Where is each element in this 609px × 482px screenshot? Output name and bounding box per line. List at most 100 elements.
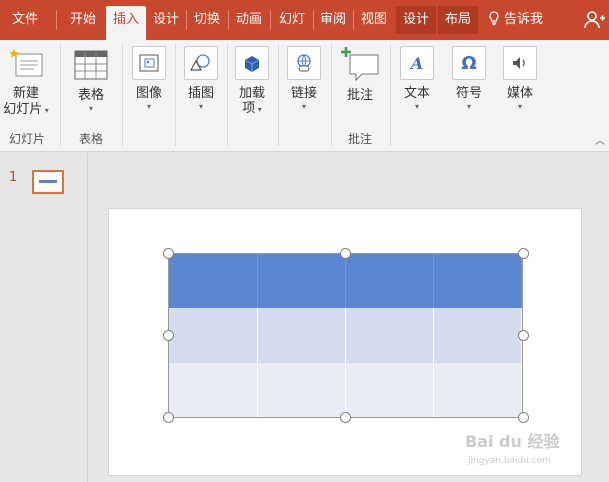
table-cell[interactable] (433, 308, 523, 363)
image-button[interactable]: 图像 ▾ (127, 46, 171, 112)
tab-design[interactable]: 设计 (148, 6, 184, 34)
new-slide-icon (9, 49, 43, 77)
table-cell[interactable] (345, 308, 434, 363)
tab-home[interactable]: 开始 (62, 6, 104, 34)
tab-slideshow[interactable]: 幻灯 (273, 6, 311, 34)
tab-separator (313, 10, 314, 30)
resize-handle-bottom[interactable] (340, 412, 351, 423)
table-cell[interactable] (257, 308, 346, 363)
tab-separator (228, 10, 229, 30)
tab-table-layout[interactable]: 布局 (438, 6, 478, 34)
resize-handle-top[interactable] (340, 248, 351, 259)
tab-table-design[interactable]: 设计 (396, 6, 436, 34)
tell-me-search[interactable]: 告诉我 (488, 6, 543, 34)
links-button[interactable]: 链接 ▾ (282, 46, 326, 112)
table-header-row (169, 254, 523, 308)
table-cell[interactable] (169, 363, 258, 417)
slide-number: 1 (9, 170, 18, 185)
chevron-down-icon: ▾ (146, 102, 151, 111)
chevron-down-icon: ▾ (517, 102, 522, 111)
tab-separator (186, 10, 187, 30)
chevron-down-icon: ▾ (198, 102, 203, 111)
new-slide-label-2: 幻灯片 ▾ (3, 102, 49, 117)
slide-thumbnail[interactable] (32, 170, 64, 194)
addins-label-2: 项 ▾ (242, 101, 262, 116)
links-label: 链接 (290, 86, 317, 101)
tab-transitions[interactable]: 切换 (189, 6, 225, 34)
collapse-ribbon-icon[interactable]: ︿ (595, 132, 605, 147)
text-label: 文本 (403, 86, 430, 101)
symbols-label: 符号 (455, 86, 482, 101)
chevron-down-icon: ▾ (301, 102, 306, 111)
inserted-table (169, 254, 523, 417)
resize-handle-left[interactable] (163, 330, 174, 341)
new-slide-label-1: 新建 (12, 86, 39, 101)
illustrations-button[interactable]: 插图 ▾ (179, 46, 223, 112)
image-icon (132, 46, 166, 80)
group-separator (390, 44, 391, 146)
tab-insert[interactable]: 插入 (106, 6, 146, 40)
addins-button[interactable]: 加载 项 ▾ (230, 46, 274, 117)
chevron-down-icon: ▾ (414, 102, 419, 111)
table-cell[interactable] (433, 254, 523, 308)
text-icon: A (400, 46, 434, 80)
speaker-icon (503, 46, 537, 80)
chevron-down-icon: ▾ (466, 102, 471, 111)
tell-me-label: 告诉我 (504, 12, 544, 27)
group-label-tables: 表格 (78, 132, 103, 146)
tab-separator (353, 10, 354, 30)
resize-handle-bottom-right[interactable] (518, 412, 529, 423)
table-label: 表格 (77, 88, 104, 103)
ribbon-panel: 新建 幻灯片 ▾ 幻灯片 表格 ▾ 表格 图像 ▾ 插图 ▾ 加载 项 ▾ 链接… (0, 40, 609, 152)
watermark-logo: Bai du 经验 (465, 432, 560, 451)
resize-handle-bottom-left[interactable] (163, 412, 174, 423)
table-row (169, 308, 523, 363)
table-cell[interactable] (257, 254, 346, 308)
tab-file[interactable]: 文件 (4, 6, 46, 34)
tab-review[interactable]: 审阅 (315, 6, 351, 34)
new-slide-button[interactable]: 新建 幻灯片 ▾ (0, 48, 52, 119)
addins-label-1: 加载 (238, 86, 265, 101)
group-separator (278, 44, 279, 146)
table-cell[interactable] (345, 363, 434, 417)
table-cell[interactable] (433, 363, 523, 417)
comment-label: 批注 (346, 88, 373, 103)
slide-thumbnail-pane: 1 (0, 153, 88, 482)
media-button[interactable]: 媒体 ▾ (498, 46, 542, 112)
group-label-slides: 幻灯片 (8, 132, 45, 146)
chevron-down-icon: ▾ (88, 104, 93, 113)
group-separator (175, 44, 176, 146)
resize-handle-top-left[interactable] (163, 248, 174, 259)
table-cell[interactable] (345, 254, 434, 308)
comment-button[interactable]: 批注 (336, 46, 384, 104)
shapes-icon (184, 46, 218, 80)
resize-handle-top-right[interactable] (518, 248, 529, 259)
comment-icon (341, 47, 379, 82)
share-user-icon[interactable] (583, 9, 605, 34)
tab-separator (270, 10, 271, 30)
illustrations-label: 插图 (187, 86, 214, 101)
group-separator (122, 44, 123, 146)
group-separator (227, 44, 228, 146)
watermark-url: jingyan.baidu.com (468, 456, 552, 466)
lightbulb-icon (489, 11, 499, 26)
image-label: 图像 (135, 86, 162, 101)
table-object[interactable] (168, 253, 523, 418)
symbols-button[interactable]: Ω 符号 ▾ (447, 46, 491, 112)
table-cell[interactable] (169, 308, 258, 363)
group-label-comments: 批注 (347, 132, 372, 146)
tab-view[interactable]: 视图 (355, 6, 393, 34)
table-row (169, 363, 523, 417)
text-button[interactable]: A 文本 ▾ (395, 46, 439, 112)
table-button[interactable]: 表格 ▾ (68, 50, 114, 114)
resize-handle-right[interactable] (518, 330, 529, 341)
store-icon (235, 46, 269, 80)
tab-separator (56, 10, 57, 30)
link-icon (287, 46, 321, 80)
table-icon (74, 50, 108, 80)
table-cell[interactable] (257, 363, 346, 417)
tab-animations[interactable]: 动画 (231, 6, 267, 34)
table-cell[interactable] (169, 254, 258, 308)
ribbon-tab-bar: 文件 开始 插入 设计 切换 动画 幻灯 审阅 视图 设计 布局 告诉我 (0, 0, 609, 40)
group-separator (60, 44, 61, 146)
